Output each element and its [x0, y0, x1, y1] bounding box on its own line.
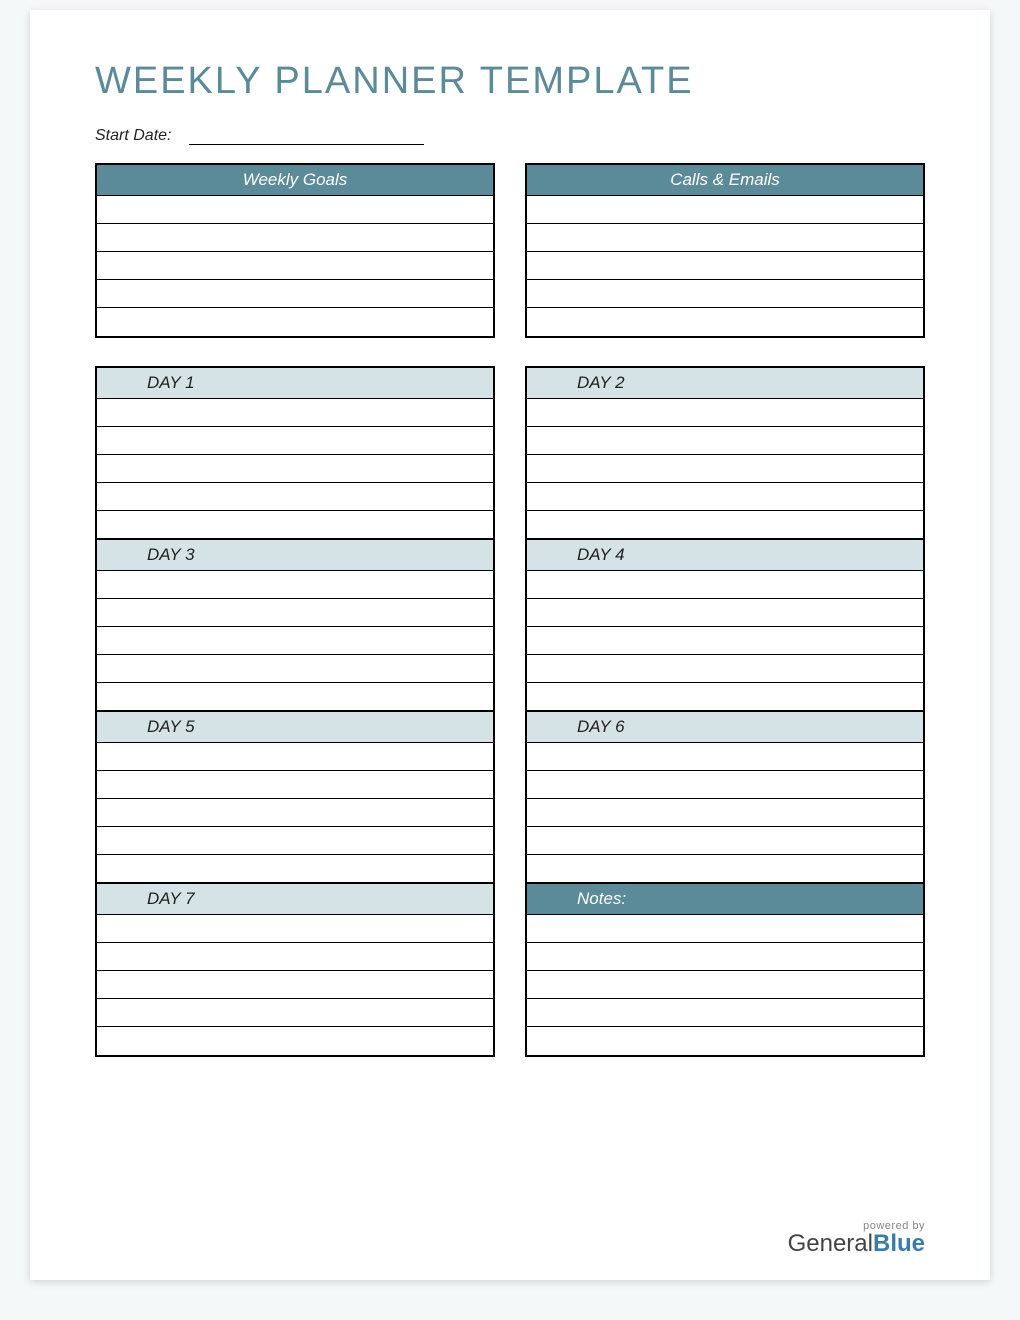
day-row[interactable]	[97, 627, 493, 655]
goals-row[interactable]	[97, 308, 493, 336]
day-1-header: DAY 1	[97, 368, 493, 399]
footer: powered by GeneralBlue	[788, 1220, 925, 1256]
day-row[interactable]	[97, 511, 493, 539]
day-row[interactable]	[97, 915, 493, 943]
start-date-label: Start Date:	[95, 127, 171, 145]
day-row[interactable]	[527, 799, 923, 827]
weekly-goals-column: Weekly Goals	[95, 163, 495, 338]
left-days-column: DAY 1 DAY 3 DAY 5 DAY 7	[95, 366, 495, 1057]
day-row[interactable]	[97, 399, 493, 427]
calls-row[interactable]	[527, 224, 923, 252]
day-row[interactable]	[527, 399, 923, 427]
notes-row[interactable]	[527, 999, 923, 1027]
day-4-header: DAY 4	[527, 539, 923, 571]
day-6-header: DAY 6	[527, 711, 923, 743]
planner-page: WEEKLY PLANNER TEMPLATE Start Date: Week…	[30, 10, 990, 1280]
day-row[interactable]	[97, 571, 493, 599]
day-row[interactable]	[97, 427, 493, 455]
weekly-goals-box: Weekly Goals	[95, 163, 495, 338]
day-3-header: DAY 3	[97, 539, 493, 571]
day-row[interactable]	[527, 771, 923, 799]
calls-row[interactable]	[527, 196, 923, 224]
day-row[interactable]	[97, 599, 493, 627]
goals-row[interactable]	[97, 280, 493, 308]
goals-row[interactable]	[97, 252, 493, 280]
day-row[interactable]	[97, 771, 493, 799]
day-row[interactable]	[97, 455, 493, 483]
day-7-header: DAY 7	[97, 883, 493, 915]
notes-row[interactable]	[527, 971, 923, 999]
day-row[interactable]	[97, 827, 493, 855]
brand-part-b: Blue	[873, 1230, 925, 1257]
notes-row[interactable]	[527, 1027, 923, 1055]
start-date-row: Start Date:	[95, 127, 925, 145]
notes-row[interactable]	[527, 943, 923, 971]
brand-part-a: General	[788, 1230, 873, 1257]
day-row[interactable]	[527, 683, 923, 711]
day-row[interactable]	[97, 483, 493, 511]
left-days-box: DAY 1 DAY 3 DAY 5 DAY 7	[95, 366, 495, 1057]
brand-logo: GeneralBlue	[788, 1232, 925, 1256]
top-section: Weekly Goals Calls & Emails	[95, 163, 925, 338]
calls-row[interactable]	[527, 280, 923, 308]
day-row[interactable]	[527, 743, 923, 771]
page-title: WEEKLY PLANNER TEMPLATE	[95, 60, 925, 103]
day-row[interactable]	[97, 855, 493, 883]
calls-row[interactable]	[527, 252, 923, 280]
calls-emails-box: Calls & Emails	[525, 163, 925, 338]
day-2-header: DAY 2	[527, 368, 923, 399]
right-days-box: DAY 2 DAY 4 DAY 6 Notes:	[525, 366, 925, 1057]
day-row[interactable]	[527, 511, 923, 539]
start-date-input-line[interactable]	[189, 127, 424, 145]
day-row[interactable]	[527, 427, 923, 455]
day-row[interactable]	[527, 655, 923, 683]
day-row[interactable]	[527, 571, 923, 599]
day-5-header: DAY 5	[97, 711, 493, 743]
weekly-goals-header: Weekly Goals	[97, 165, 493, 196]
day-row[interactable]	[97, 743, 493, 771]
day-row[interactable]	[97, 655, 493, 683]
right-days-column: DAY 2 DAY 4 DAY 6 Notes:	[525, 366, 925, 1057]
day-row[interactable]	[97, 683, 493, 711]
day-row[interactable]	[527, 627, 923, 655]
day-row[interactable]	[97, 999, 493, 1027]
goals-row[interactable]	[97, 196, 493, 224]
day-row[interactable]	[97, 943, 493, 971]
day-row[interactable]	[527, 827, 923, 855]
notes-row[interactable]	[527, 915, 923, 943]
notes-header: Notes:	[527, 883, 923, 915]
day-row[interactable]	[97, 799, 493, 827]
calls-row[interactable]	[527, 308, 923, 336]
goals-row[interactable]	[97, 224, 493, 252]
day-row[interactable]	[527, 855, 923, 883]
calls-emails-column: Calls & Emails	[525, 163, 925, 338]
days-section: DAY 1 DAY 3 DAY 5 DAY 7	[95, 366, 925, 1057]
day-row[interactable]	[97, 1027, 493, 1055]
calls-emails-header: Calls & Emails	[527, 165, 923, 196]
day-row[interactable]	[527, 483, 923, 511]
day-row[interactable]	[527, 599, 923, 627]
day-row[interactable]	[527, 455, 923, 483]
day-row[interactable]	[97, 971, 493, 999]
